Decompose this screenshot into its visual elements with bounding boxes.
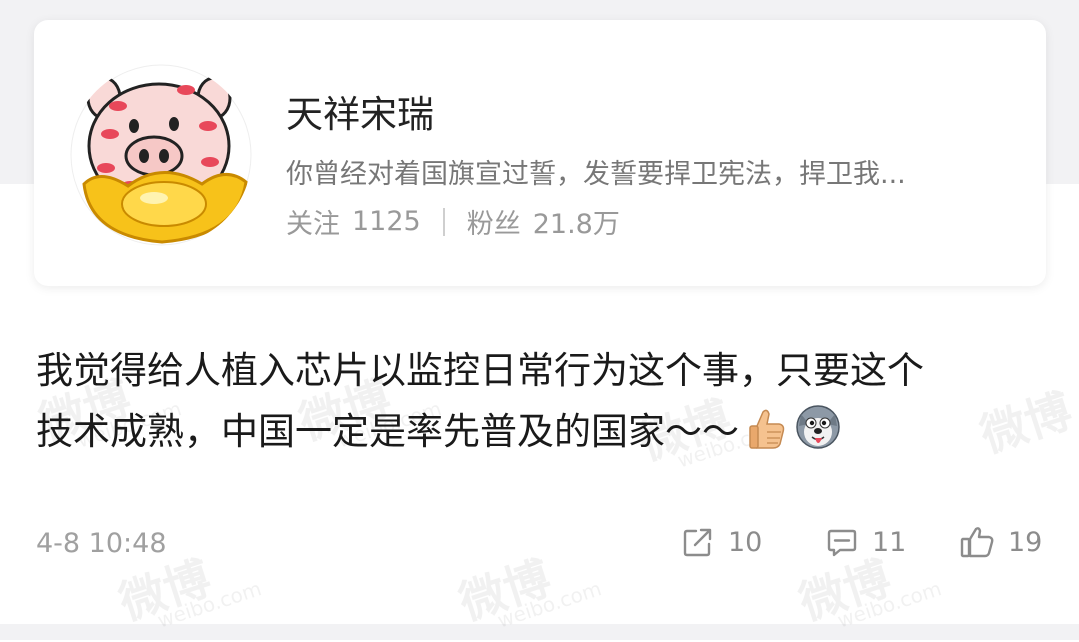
comment-button[interactable]: 11 [826,526,906,558]
watermark-cn: 微博 [452,550,558,631]
profile-bio: 你曾经对着国旗宣过誓，发誓要捍卫宪法，捍卫我... [286,159,906,190]
comment-count: 11 [872,526,907,558]
followers-count[interactable]: 21.8万 [533,202,620,241]
comment-icon [827,529,857,557]
post-text: 我觉得给人植入芯片以监控日常行为这个事，只要这个 技术成熟，中国一定是率先普及的… [36,340,1046,468]
post-text-content: 技术成熟，中国一定是率先普及的国家～～ [36,410,739,453]
avatar[interactable] [70,64,252,246]
profile-name[interactable]: 天祥宋瑞 [286,84,434,138]
post-text-line-2: 技术成熟，中国一定是率先普及的国家～～ [36,401,1046,468]
dog-face-icon [795,404,841,468]
like-count: 19 [1008,526,1043,558]
bottom-background [0,624,1079,640]
like-button[interactable]: 19 [960,526,1042,558]
pig-avatar-icon [70,64,252,246]
watermark-en: weibo.com [154,576,265,633]
profile-stats: 关注 1125 粉丝 21.8万 [286,202,620,241]
watermark-en: weibo.com [494,576,605,633]
share-icon [683,528,712,557]
thumbs-up-icon [747,406,787,468]
following-count[interactable]: 1125 [352,206,421,237]
followers-label[interactable]: 粉丝 [467,202,521,241]
watermark-en: weibo.com [834,576,945,633]
following-label[interactable]: 关注 [286,202,340,241]
like-icon [960,527,994,558]
post-timestamp: 4-8 10:48 [36,528,167,559]
post-text-line: 我觉得给人植入芯片以监控日常行为这个事，只要这个 [36,349,924,392]
stats-divider [442,207,445,236]
profile-card[interactable]: 天祥宋瑞 你曾经对着国旗宣过誓，发誓要捍卫宪法，捍卫我... 关注 1125 粉… [34,20,1046,286]
share-button[interactable]: 10 [682,526,762,558]
share-count: 10 [728,526,763,558]
